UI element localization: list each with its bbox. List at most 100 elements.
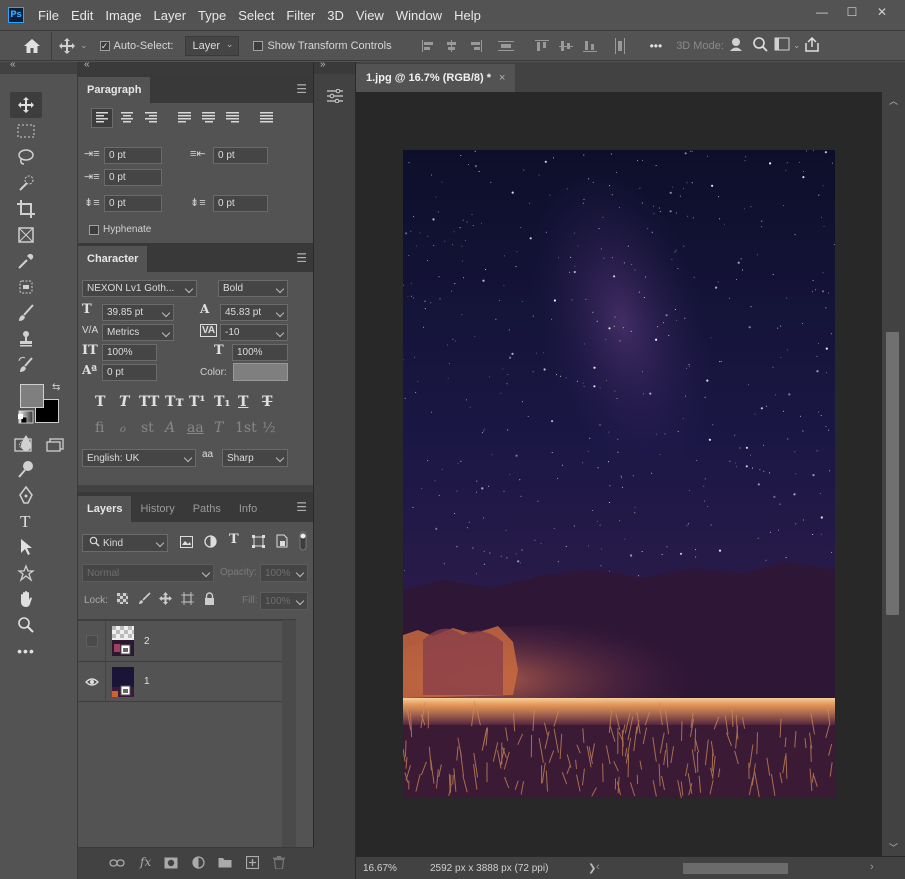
tab-info[interactable]: Info [230,496,266,522]
layer-visibility-toggle[interactable] [78,661,106,702]
layer-filter-dropdown[interactable]: Kind [82,534,168,552]
adjustment-filter-icon[interactable] [204,535,217,551]
trash-icon[interactable] [273,856,285,872]
fx-button[interactable]: fx [140,855,151,869]
search-icon[interactable] [752,36,768,55]
close-tab-button[interactable]: × [499,72,505,84]
fill-field[interactable]: 100% [260,592,308,610]
brush-tool[interactable] [10,300,42,326]
dodge-tool[interactable] [10,456,42,482]
opacity-field[interactable]: 100% [260,564,308,582]
link-layers-icon[interactable] [109,857,125,872]
font-family-dropdown[interactable]: NEXON Lv1 Goth... [82,280,197,297]
stamp-tool[interactable] [10,326,42,352]
lock-transparent-icon[interactable] [117,593,128,607]
auto-select-dropdown[interactable]: Layer ⌄ [185,35,240,56]
collapse-icon[interactable]: « [84,59,90,70]
path-select-tool[interactable] [10,534,42,560]
leading-field[interactable]: 45.83 pt [220,304,288,321]
contextual-alternates-button[interactable]: T [214,420,223,436]
edit-toolbar-button[interactable]: ••• [10,638,42,664]
ligatures-button[interactable]: fi [95,420,104,436]
panel-menu-icon[interactable]: ☰ [296,500,307,514]
text-color-swatch[interactable] [233,363,288,381]
lock-artboard-icon[interactable] [181,592,194,608]
expand-icon[interactable]: » [320,59,326,70]
titling-button[interactable]: aa [187,420,204,436]
share-icon[interactable] [804,36,820,55]
layers-scrollbar[interactable] [282,620,296,879]
marquee-tool[interactable] [10,118,42,144]
layer-thumbnail[interactable] [112,626,134,656]
align-top-edges-icon[interactable] [530,39,554,53]
vertical-scroll-thumb[interactable] [886,332,899,615]
fractions-button[interactable]: ½ [262,420,276,436]
indent-left-field[interactable]: 0 pt [104,147,162,164]
tab-paragraph[interactable]: Paragraph [78,77,151,103]
scroll-up-icon[interactable]: ︿ [889,94,898,107]
collapse-icon[interactable]: « [10,59,16,70]
space-after-field[interactable]: 0 pt [213,195,268,212]
antialias-dropdown[interactable]: Sharp [222,449,288,467]
document-tab[interactable]: 1.jpg @ 16.7% (RGB/8) * × [356,64,516,92]
panel-menu-icon[interactable]: ☰ [296,82,307,96]
zoom-level[interactable]: 16.67% [363,863,418,874]
align-bottom-edges-icon[interactable] [578,39,602,53]
old-style-button[interactable]: ℴ [119,420,125,436]
workspace-icon[interactable] [774,37,790,54]
healing-brush-tool[interactable] [10,274,42,300]
menu-window[interactable]: Window [396,8,442,23]
tab-paths[interactable]: Paths [184,496,230,522]
screen-mode-button[interactable] [46,438,64,455]
new-layer-icon[interactable] [245,855,260,872]
font-style-dropdown[interactable]: Bold [218,280,288,297]
scroll-down-icon[interactable]: ﹀ [889,841,898,854]
filter-toggle-switch[interactable] [299,531,307,551]
panel-menu-icon[interactable]: ☰ [296,251,307,265]
frame-tool[interactable] [10,222,42,248]
swash-button[interactable]: st [141,420,154,436]
menu-filter[interactable]: Filter [286,8,315,23]
font-size-field[interactable]: 39.85 pt [102,304,174,321]
chevron-down-icon[interactable]: ⌄ [793,40,801,51]
crop-tool[interactable] [10,196,42,222]
faux-italic-button[interactable]: T [119,394,129,410]
menu-select[interactable]: Select [238,8,274,23]
default-colors-icon[interactable] [18,414,28,424]
space-before-field[interactable]: 0 pt [104,195,162,212]
faux-bold-button[interactable]: T [95,394,105,410]
shape-filter-icon[interactable] [252,535,265,551]
strikethrough-button[interactable]: T [262,394,272,410]
indent-first-line-field[interactable]: 0 pt [104,169,162,186]
blend-mode-dropdown[interactable]: Normal [82,564,214,582]
baseline-shift-field[interactable]: 0 pt [102,364,157,381]
menu-image[interactable]: Image [105,8,141,23]
horizontal-scroll-thumb[interactable] [683,863,788,874]
photoshop-logo[interactable]: Ps [8,7,24,23]
language-dropdown[interactable]: English: UK [82,449,196,467]
layer-name[interactable]: 2 [144,636,150,647]
menu-layer[interactable]: Layer [154,8,187,23]
lasso-tool[interactable] [10,144,42,170]
shape-tool[interactable] [10,560,42,586]
stylistic-alternates-button[interactable]: A [165,420,175,436]
all-caps-button[interactable]: TT [139,394,159,410]
adjustment-layer-icon[interactable] [192,856,205,872]
menu-help[interactable]: Help [454,8,481,23]
menu-3d[interactable]: 3D [327,8,344,23]
close-button[interactable]: ✕ [867,2,897,22]
scroll-right-icon[interactable]: › [870,861,874,873]
tab-history[interactable]: History [131,496,183,522]
transform-controls-checkbox[interactable] [253,40,264,51]
align-vertical-centers-icon[interactable] [554,39,578,53]
type-tool[interactable]: T [10,508,42,534]
menu-view[interactable]: View [356,8,384,23]
more-options-button[interactable]: ••• [650,39,663,53]
underline-button[interactable]: T [238,394,248,410]
vertical-scrollbar[interactable]: ︿ ﹀ [882,92,905,856]
type-filter-icon[interactable]: T [229,532,239,547]
hand-tool[interactable] [10,586,42,612]
distribute-vertical-icon[interactable] [494,40,518,52]
align-horizontal-centers-icon[interactable] [440,39,464,52]
horizontal-scale-field[interactable]: 100% [232,344,288,361]
